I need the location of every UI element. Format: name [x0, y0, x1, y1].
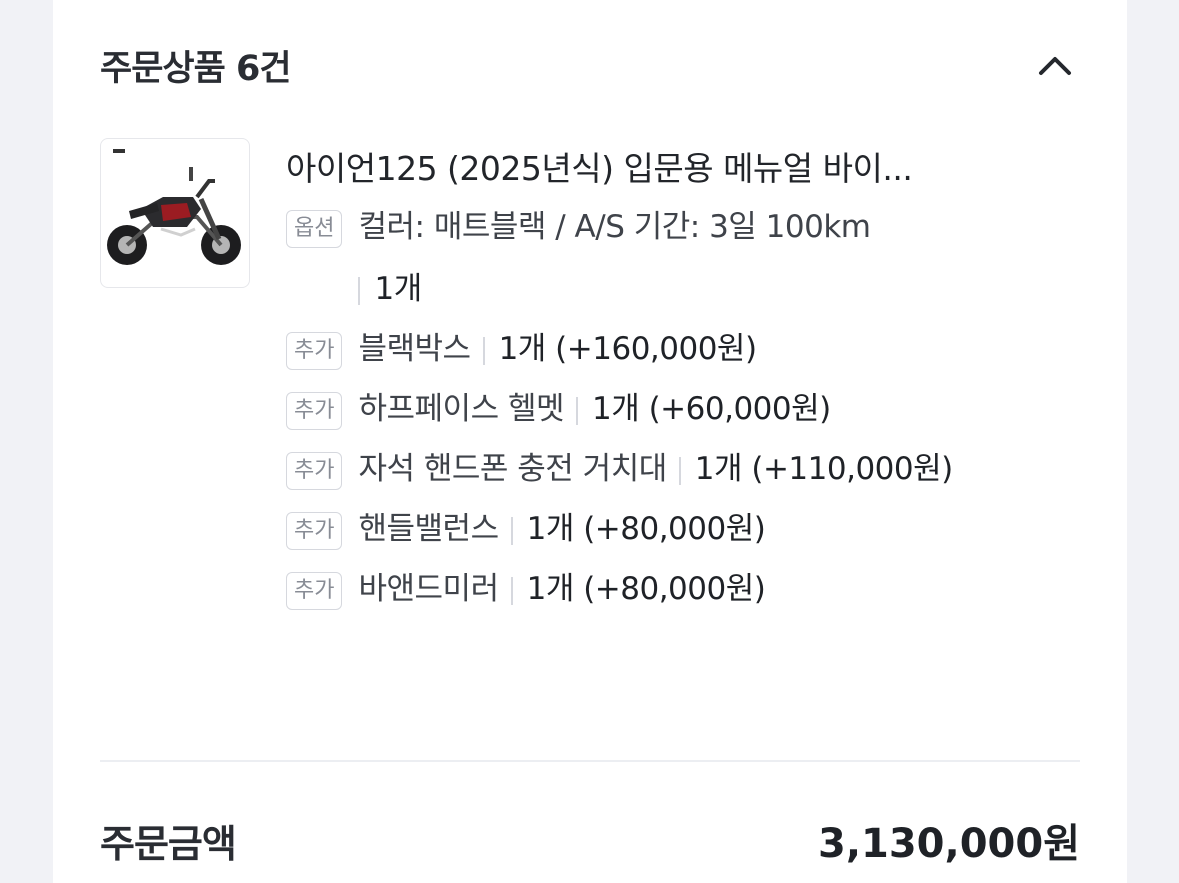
addon-text: 블랙박스 1개 (+160,000원) — [358, 318, 757, 380]
product-details: 아이언125 (2025년식) 입문용 메뉴얼 바이... 옵션 컬러: 매트블… — [286, 140, 1086, 620]
order-total-label: 주문금액 — [100, 821, 237, 866]
addon-detail: 1개 (+110,000원) — [694, 451, 953, 487]
option-badge: 옵션 — [286, 210, 343, 248]
addon-name: 자석 핸드폰 충전 거치대 — [358, 451, 667, 487]
addon-detail: 1개 (+160,000원) — [498, 331, 757, 367]
separator — [678, 456, 681, 485]
collapse-button[interactable] — [1030, 40, 1080, 90]
addon-text: 핸들밸런스 1개 (+80,000원) — [358, 498, 765, 560]
addon-detail: 1개 (+80,000원) — [526, 511, 766, 547]
addon-name: 블랙박스 — [358, 331, 471, 367]
addon-row: 추가 하프페이스 헬멧 1개 (+60,000원) — [286, 388, 1086, 440]
option-value: 컬러: 매트블랙 / A/S 기간: 3일 100km — [358, 209, 871, 245]
motorcycle-image — [107, 149, 241, 265]
chevron-up-icon — [1039, 57, 1071, 75]
addon-name: 바앤드미러 — [358, 571, 499, 607]
divider — [100, 760, 1080, 762]
product-thumbnail[interactable] — [100, 138, 250, 288]
order-items-title: 주문상품 6건 — [100, 48, 292, 89]
order-items-card: 주문상품 6건 아이언125 (2025년식) 입문용 메뉴얼 바이... 옵션… — [53, 0, 1127, 883]
addon-badge: 추가 — [286, 572, 343, 610]
option-qty: 1개 — [374, 271, 422, 307]
option-text: 컬러: 매트블랙 / A/S 기간: 3일 100km 1개 — [358, 196, 871, 320]
separator — [482, 336, 485, 365]
addon-text: 자석 핸드폰 충전 거치대 1개 (+110,000원) — [358, 438, 953, 500]
addon-row: 추가 핸들밸런스 1개 (+80,000원) — [286, 508, 1086, 560]
separator — [510, 516, 513, 545]
separator — [358, 276, 361, 305]
product-name[interactable]: 아이언125 (2025년식) 입문용 메뉴얼 바이... — [286, 140, 1086, 198]
option-row: 옵션 컬러: 매트블랙 / A/S 기간: 3일 100km 1개 — [286, 206, 1086, 320]
addon-badge: 추가 — [286, 392, 343, 430]
order-items-header[interactable]: 주문상품 6건 — [100, 30, 1080, 100]
addon-badge: 추가 — [286, 512, 343, 550]
addon-row: 추가 블랙박스 1개 (+160,000원) — [286, 328, 1086, 380]
addon-row: 추가 자석 핸드폰 충전 거치대 1개 (+110,000원) — [286, 448, 1086, 500]
order-total-amount: 3,130,000원 — [817, 821, 1080, 867]
addon-badge: 추가 — [286, 332, 343, 370]
addon-row: 추가 바앤드미러 1개 (+80,000원) — [286, 568, 1086, 620]
order-total-row: 주문금액 3,130,000원 — [100, 805, 1080, 875]
separator — [575, 396, 578, 425]
separator — [510, 576, 513, 605]
addon-detail: 1개 (+60,000원) — [591, 391, 831, 427]
addon-name: 하프페이스 헬멧 — [358, 391, 564, 427]
addon-detail: 1개 (+80,000원) — [526, 571, 766, 607]
addon-badge: 추가 — [286, 452, 343, 490]
addon-text: 하프페이스 헬멧 1개 (+60,000원) — [358, 378, 831, 440]
addon-name: 핸들밸런스 — [358, 511, 499, 547]
addon-text: 바앤드미러 1개 (+80,000원) — [358, 558, 765, 620]
